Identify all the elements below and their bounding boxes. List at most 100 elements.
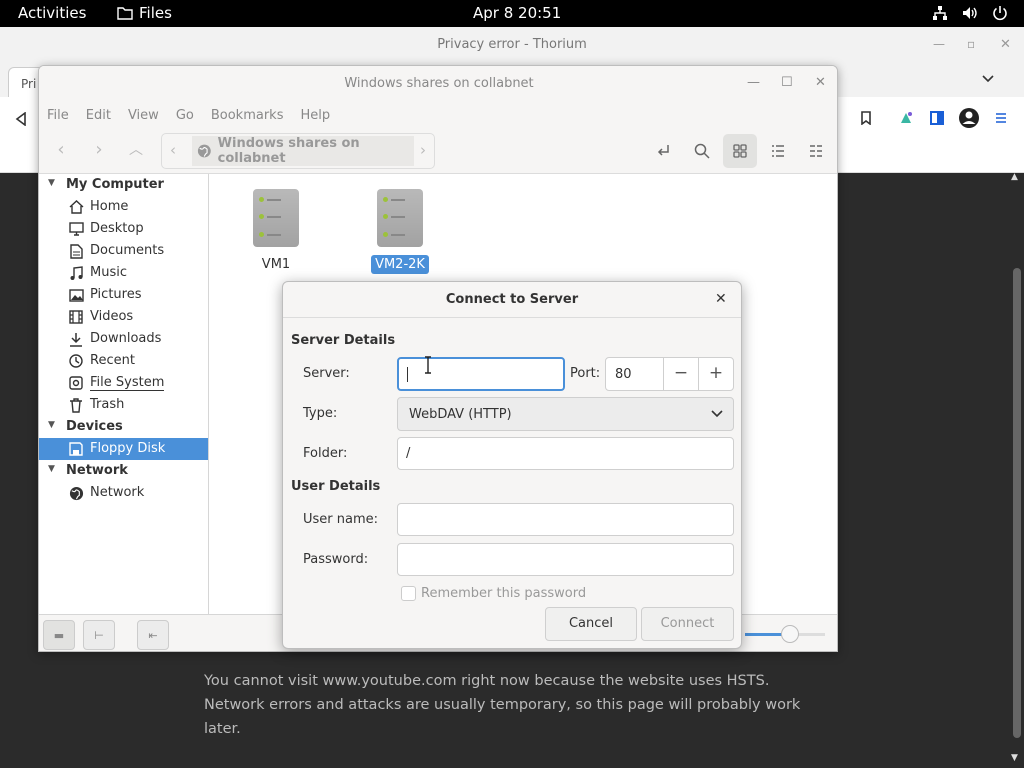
menu-bookmarks[interactable]: Bookmarks (211, 102, 292, 128)
sidebar-item-floppy-disk[interactable]: Floppy Disk (39, 438, 208, 460)
server-input[interactable] (397, 357, 565, 391)
chevron-down-icon[interactable] (982, 75, 994, 83)
trash-icon (68, 397, 84, 413)
path-right-icon[interactable]: › (420, 141, 426, 159)
close-icon[interactable]: ✕ (715, 291, 727, 307)
tree-toggle-icon[interactable]: ⊢ (83, 620, 115, 650)
sidebar-icon[interactable] (926, 107, 948, 129)
profile-icon[interactable] (958, 107, 980, 129)
menu-go[interactable]: Go (176, 102, 202, 128)
cancel-button[interactable]: Cancel (545, 607, 637, 641)
port-spinbutton[interactable]: 80 − + (605, 357, 734, 391)
icon-view-icon[interactable] (723, 134, 757, 168)
server-item[interactable]: VM1 (236, 189, 316, 274)
folder-input[interactable]: / (397, 437, 734, 470)
dialog-title: Connect to Server (445, 292, 579, 307)
downloads-icon (68, 331, 84, 347)
remember-password-checkbox[interactable] (401, 586, 416, 601)
section-network[interactable]: ▼ Network (39, 460, 209, 482)
sidebar-item-recent[interactable]: Recent (39, 350, 208, 372)
error-description: You cannot visit www.youtube.com right n… (204, 673, 801, 737)
sidebar-hide-icon[interactable]: ⇤ (137, 620, 169, 650)
toggle-location-icon[interactable] (647, 134, 681, 168)
text-cursor-icon (425, 356, 431, 374)
maximize-icon[interactable]: ☐ (781, 75, 793, 90)
power-icon (993, 6, 1007, 21)
sidebar-item-pictures[interactable]: Pictures (39, 284, 208, 306)
user-details-heading: User Details (291, 479, 381, 494)
sidebar-item-documents[interactable]: Documents (39, 240, 208, 262)
sidebar-item-downloads[interactable]: Downloads (39, 328, 208, 350)
compact-view-icon[interactable] (799, 134, 833, 168)
chevron-down-icon (711, 410, 723, 418)
sidebar-item-music[interactable]: Music (39, 262, 208, 284)
maximize-icon[interactable]: ▫ (967, 37, 975, 51)
expand-icon: ▼ (48, 420, 55, 430)
browser-titlebar: Privacy error - Thorium — ▫ ✕ (0, 27, 1024, 63)
clock[interactable]: Apr 8 20:51 (473, 4, 561, 22)
type-select[interactable]: WebDAV (HTTP) (397, 397, 734, 431)
section-my-computer[interactable]: ▼ My Computer (39, 174, 209, 196)
menu-file[interactable]: File (47, 102, 77, 128)
port-value: 80 (615, 367, 632, 382)
extension-icon[interactable] (895, 107, 917, 129)
folder-label: Folder: (303, 446, 348, 461)
forward-icon[interactable]: › (86, 138, 112, 164)
up-icon[interactable]: ︿ (123, 138, 149, 164)
menu-edit[interactable]: Edit (86, 102, 119, 128)
system-tray[interactable] (932, 5, 1008, 21)
close-icon[interactable]: ✕ (815, 75, 826, 90)
files-title: Windows shares on collabnet (344, 76, 534, 91)
scroll-down-icon[interactable]: ▼ (1011, 753, 1018, 763)
server-item-selected[interactable]: VM2-2K (360, 189, 440, 274)
activities-button[interactable]: Activities (18, 4, 86, 22)
section-devices[interactable]: ▼ Devices (39, 416, 209, 438)
password-input[interactable] (397, 543, 734, 576)
sidebar-item-trash[interactable]: Trash (39, 394, 208, 416)
home-icon (68, 199, 84, 215)
back-icon[interactable]: ‹ (48, 138, 74, 164)
menu-icon[interactable] (990, 107, 1012, 129)
connect-button[interactable]: Connect (641, 607, 734, 641)
close-icon[interactable]: ✕ (1000, 37, 1011, 52)
expand-icon: ▼ (48, 178, 55, 188)
dialog-titlebar: Connect to Server ✕ (283, 282, 741, 318)
back-icon[interactable] (10, 108, 32, 130)
places-toggle-icon[interactable]: ▬ (43, 620, 75, 650)
port-label: Port: (570, 366, 601, 381)
page-scrollbar[interactable]: ▲ ▼ (1008, 172, 1024, 768)
increment-icon[interactable]: + (698, 358, 733, 390)
app-menu-button[interactable]: Files (117, 4, 172, 22)
files-toolbar: ‹ › ︿ ‹ Windows shares on collabnet › (39, 128, 837, 174)
documents-icon (68, 243, 84, 259)
zoom-slider-knob[interactable] (781, 625, 799, 643)
username-input[interactable] (397, 503, 734, 536)
search-icon[interactable] (685, 134, 719, 168)
decrement-icon[interactable]: − (663, 358, 698, 390)
scrollbar-thumb[interactable] (1013, 268, 1021, 738)
music-icon (68, 265, 84, 281)
connect-to-server-dialog: Connect to Server ✕ Server Details Serve… (282, 281, 742, 649)
menu-view[interactable]: View (128, 102, 167, 128)
sidebar-item-videos[interactable]: Videos (39, 306, 208, 328)
list-view-icon[interactable] (761, 134, 795, 168)
zoom-slider[interactable] (745, 625, 825, 643)
sidebar-item-desktop[interactable]: Desktop (39, 218, 208, 240)
scroll-up-icon[interactable]: ▲ (1011, 172, 1018, 182)
path-crumb[interactable]: Windows shares on collabnet (192, 136, 414, 166)
pictures-icon (68, 287, 84, 303)
files-titlebar: Windows shares on collabnet — ☐ ✕ (39, 66, 837, 102)
places-sidebar: ▼ My Computer Home Desktop Documents Musi… (39, 174, 209, 614)
path-left-icon[interactable]: ‹ (170, 141, 176, 159)
sidebar-item-home[interactable]: Home (39, 196, 208, 218)
sidebar-item-file-system[interactable]: File System (39, 372, 208, 394)
desktop-icon (68, 221, 84, 237)
bookmark-icon[interactable] (855, 107, 877, 129)
network-icon (933, 6, 947, 20)
menu-help[interactable]: Help (300, 102, 338, 128)
sidebar-item-network[interactable]: Network (39, 482, 208, 504)
network-globe-icon (68, 485, 84, 501)
minimize-icon[interactable]: — (933, 37, 945, 51)
minimize-icon[interactable]: — (747, 75, 760, 90)
type-label: Type: (303, 406, 338, 421)
